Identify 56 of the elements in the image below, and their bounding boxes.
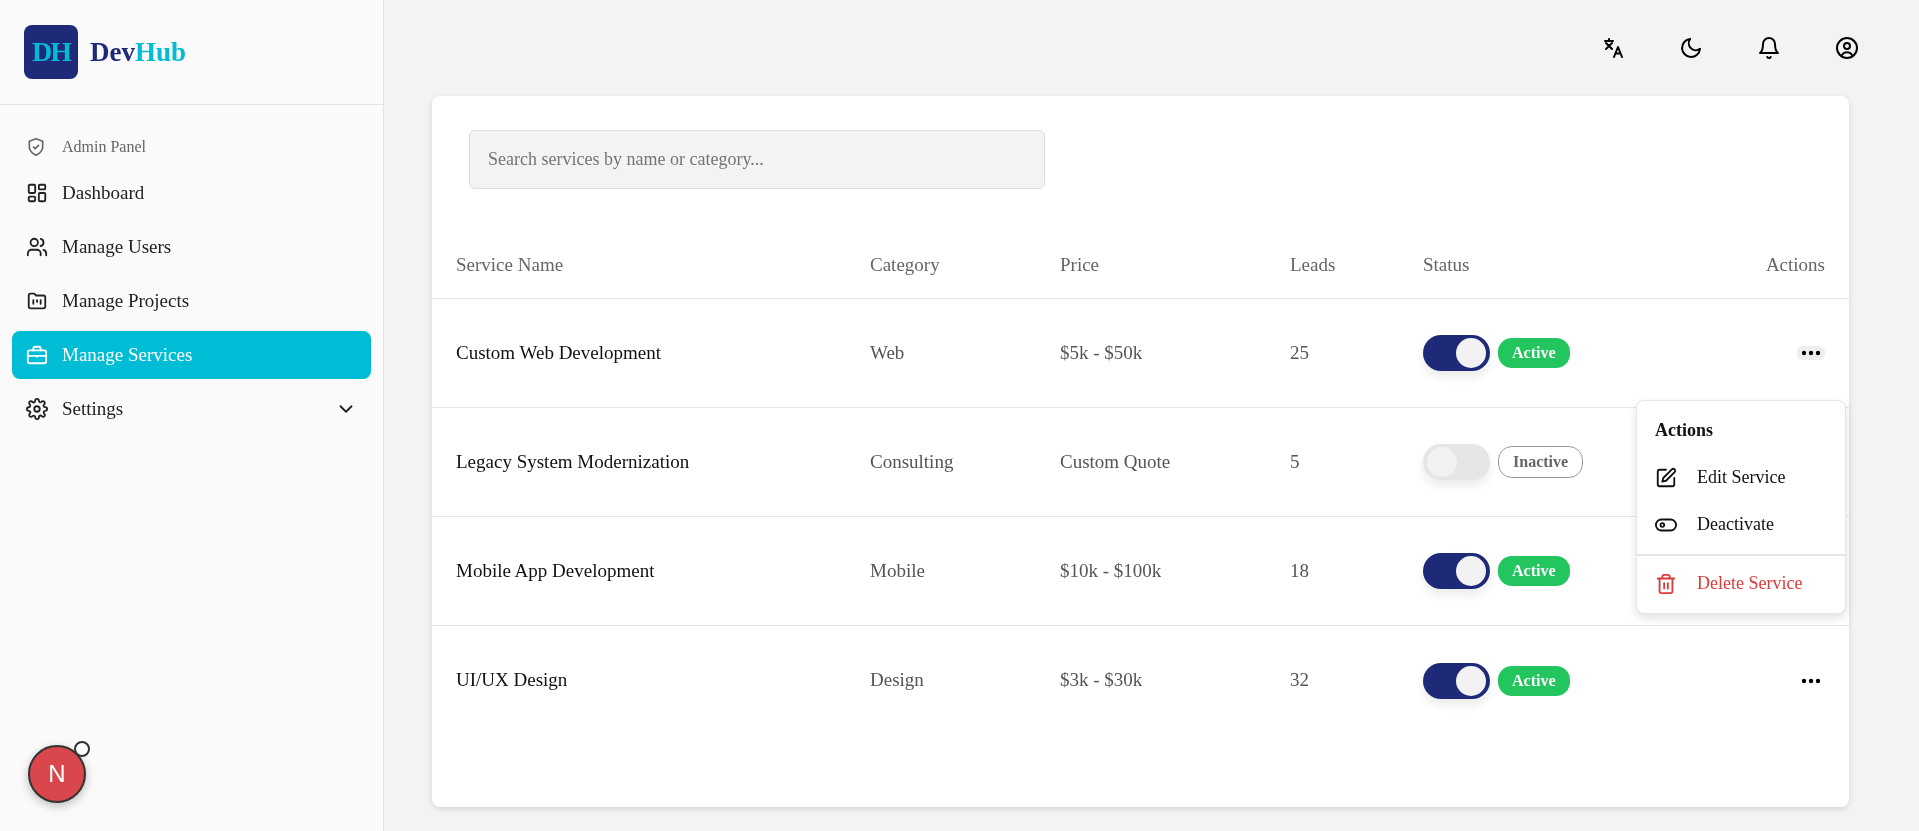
users-icon [26, 236, 48, 258]
category-cell-text: Web [870, 340, 906, 365]
leads-cell-text: 32 [1290, 668, 1310, 693]
status-badge: Active [1498, 665, 1570, 696]
bell-icon[interactable] [1757, 36, 1781, 60]
menu-title: Actions [1654, 419, 1714, 442]
sidebar-item[interactable]: Settings [12, 385, 371, 433]
menu-item[interactable]: Deactivate [1637, 501, 1845, 548]
briefcase-icon [26, 344, 48, 366]
column-header: Service Name [456, 253, 565, 278]
more-actions-button[interactable] [1797, 346, 1825, 360]
sidebar-item[interactable]: Manage Projects [12, 277, 371, 325]
status-badge: Active [1498, 556, 1570, 586]
sidebar-item[interactable]: Dashboard [12, 169, 371, 217]
moon-icon[interactable] [1679, 36, 1703, 60]
service-name: Legacy System Modernization [456, 449, 691, 474]
service-name: Mobile App Development [456, 558, 656, 583]
ellipsis-icon [1801, 350, 1821, 356]
logo-icon: DH [24, 25, 78, 79]
category-cell-text: Consulting [870, 449, 955, 474]
menu-item[interactable]: Edit Service [1637, 454, 1845, 501]
column-header: Category [870, 253, 941, 278]
price-cell-text: $5k - $50k [1060, 340, 1144, 365]
status-badge: Active [1498, 338, 1570, 368]
folder-icon [26, 290, 48, 312]
translate-icon[interactable] [1601, 36, 1625, 60]
leads-cell-text: 25 [1290, 340, 1310, 365]
grid-icon [26, 182, 48, 204]
ellipsis-icon [1801, 677, 1821, 684]
sidebar-item[interactable]: Manage Users [12, 223, 371, 271]
user-circle-icon[interactable] [1835, 36, 1859, 60]
price-cell-text: $3k - $30k [1060, 668, 1144, 693]
gear-icon [26, 398, 48, 420]
column-header: Actions [1764, 253, 1825, 278]
status-toggle[interactable] [1423, 335, 1490, 371]
search-field[interactable]: Search services by name or category... [469, 130, 1045, 189]
column-header: Leads [1290, 253, 1337, 278]
category-cell-text: Design [870, 668, 925, 693]
price-cell-text: $10k - $100k [1060, 558, 1163, 583]
service-name: Custom Web Development [456, 340, 662, 365]
brand-name: DevHub [90, 35, 187, 69]
column-header: Price [1060, 253, 1101, 278]
category-cell-text: Mobile [870, 558, 926, 583]
status-badge: Inactive [1498, 446, 1584, 478]
status-toggle[interactable] [1423, 662, 1490, 699]
status-toggle[interactable] [1423, 553, 1490, 589]
trash-icon [1655, 572, 1677, 595]
price-cell-text: Custom Quote [1060, 449, 1172, 474]
edit-icon [1655, 466, 1677, 489]
column-header: Status [1423, 253, 1471, 278]
leads-cell-text: 5 [1290, 449, 1301, 474]
shield-icon [26, 137, 46, 157]
status-toggle[interactable] [1423, 444, 1490, 480]
leads-cell-text: 18 [1290, 558, 1310, 583]
section-label: Admin Panel [62, 137, 146, 157]
service-name: UI/UX Design [456, 668, 569, 693]
